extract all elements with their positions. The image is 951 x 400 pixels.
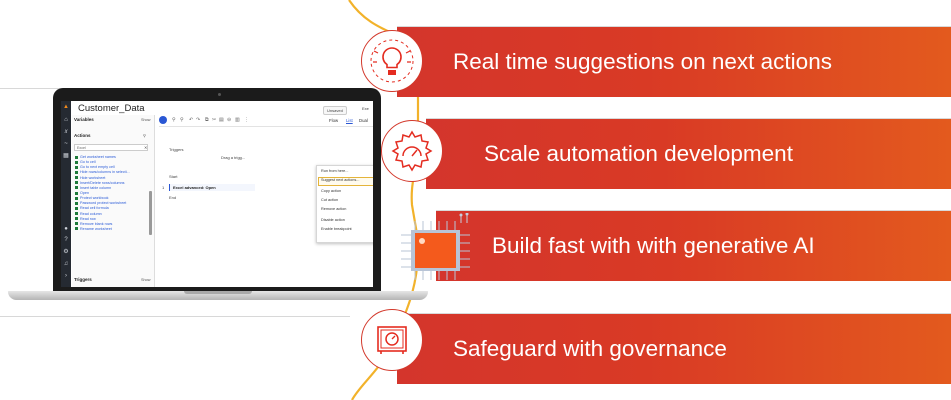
actions-list: Get worksheet names Go to cell Go to nex… bbox=[75, 155, 151, 232]
flow-end[interactable]: End bbox=[169, 195, 176, 200]
tab-flow[interactable]: Flow bbox=[329, 118, 338, 123]
actions-scrollbar[interactable] bbox=[149, 191, 152, 235]
delete-icon[interactable]: ▥ bbox=[235, 118, 240, 123]
ui-elements-icon[interactable]: ▦ bbox=[63, 153, 69, 159]
actions-label: Actions bbox=[74, 133, 91, 138]
nav-rail: ▲ ⌂ 𝑥 ~ ▦ ● ? ⚙ ♫ › bbox=[61, 101, 71, 287]
app-screen: ▲ ⌂ 𝑥 ~ ▦ ● ? ⚙ ♫ › Customer_Data Unsave… bbox=[61, 101, 373, 287]
home-icon[interactable]: ⌂ bbox=[63, 117, 69, 123]
menu-item-remove-action[interactable]: Remove action bbox=[321, 207, 346, 211]
debug-icon[interactable]: ⊖ bbox=[227, 118, 231, 123]
feature-label: Real time suggestions on next actions bbox=[453, 49, 832, 74]
user-icon[interactable]: ● bbox=[63, 226, 69, 232]
redo-icon[interactable]: ↷ bbox=[196, 118, 200, 123]
menu-item-cut-action[interactable]: Cut action bbox=[321, 198, 338, 202]
clear-search-icon[interactable]: ✕ bbox=[144, 145, 147, 150]
variables-icon[interactable]: 𝑥 bbox=[63, 129, 69, 135]
menu-item-copy-action[interactable]: Copy action bbox=[321, 189, 341, 193]
flow-start[interactable]: Start bbox=[169, 174, 177, 179]
flow-drag-hint: Drag a trigg... bbox=[221, 155, 246, 160]
feature-label: Scale automation development bbox=[484, 141, 793, 166]
menu-item-disable-action[interactable]: Disable action bbox=[321, 218, 345, 222]
notification-icon[interactable]: ♫ bbox=[63, 261, 69, 267]
safe-vault-icon bbox=[361, 309, 423, 371]
lightbulb-icon bbox=[361, 30, 423, 92]
menu-item-enable-breakpoint[interactable]: Enable breakpoint bbox=[321, 227, 352, 231]
laptop-notch bbox=[184, 291, 252, 294]
laptop-camera bbox=[218, 93, 221, 96]
variables-label: Variables bbox=[74, 117, 94, 122]
menu-item-run-from-here[interactable]: Run from here... bbox=[321, 169, 348, 173]
context-menu: Run from here... Suggest next actions...… bbox=[316, 165, 373, 243]
actions-pin-icon[interactable]: ⚲ bbox=[143, 133, 146, 138]
tab-dual[interactable]: Dual bbox=[359, 118, 368, 123]
gear-gauge-icon bbox=[381, 120, 443, 182]
feature-label: Safeguard with governance bbox=[453, 336, 727, 361]
feature-band: Build fast with with generative AI bbox=[436, 210, 951, 281]
unsaved-badge[interactable]: Unsaved bbox=[323, 106, 347, 115]
variables-show-link[interactable]: Show bbox=[141, 118, 151, 122]
editor-toolbar: ⚲ ⚲ ↶ ↷ ⧉ ✂ ▤ ⊖ ▥ ⋮ Flow List Dual bbox=[159, 115, 373, 127]
run-button[interactable] bbox=[159, 116, 167, 124]
actions-search-input[interactable]: Excel bbox=[74, 144, 148, 151]
app-title: Customer_Data bbox=[78, 103, 145, 114]
cut-icon[interactable]: ✂ bbox=[212, 118, 216, 123]
list-item[interactable]: Rename worksheet bbox=[75, 227, 151, 232]
triggers-label: Triggers bbox=[74, 277, 92, 282]
logo-icon: ▲ bbox=[63, 104, 69, 110]
feature-band: Real time suggestions on next actions bbox=[397, 26, 951, 97]
expand-icon[interactable]: › bbox=[63, 273, 69, 279]
paste-icon[interactable]: ▤ bbox=[219, 118, 224, 123]
tab-list[interactable]: List bbox=[346, 118, 353, 123]
copy-icon[interactable]: ⧉ bbox=[205, 118, 209, 123]
help-icon[interactable]: ? bbox=[63, 237, 69, 243]
menu-item-suggest-next-actions[interactable]: Suggest next actions... bbox=[321, 178, 359, 182]
more-icon[interactable]: ⋮ bbox=[244, 118, 249, 123]
triggers-show-link[interactable]: Show bbox=[141, 278, 151, 282]
search-icon[interactable]: ⚲ bbox=[172, 118, 176, 123]
settings-icon[interactable]: ⚙ bbox=[63, 249, 69, 255]
ai-chip-icon bbox=[401, 212, 475, 288]
feature-band: Safeguard with governance bbox=[397, 313, 951, 384]
actions-icon[interactable]: ~ bbox=[63, 141, 69, 147]
feature-band: Scale automation development bbox=[426, 118, 951, 189]
feature-label: Build fast with with generative AI bbox=[492, 233, 815, 258]
step-number: 1 bbox=[162, 185, 165, 190]
zoom-icon[interactable]: ⚲ bbox=[180, 118, 184, 123]
undo-icon[interactable]: ↶ bbox=[189, 118, 193, 123]
flow-canvas: Triggers Drag a trigg... Start 1 Excel a… bbox=[159, 127, 373, 287]
truncated-label: Exe bbox=[362, 106, 369, 111]
flow-step-selected[interactable]: Excel advanced: Open bbox=[169, 184, 255, 191]
flow-triggers[interactable]: Triggers bbox=[169, 147, 184, 152]
